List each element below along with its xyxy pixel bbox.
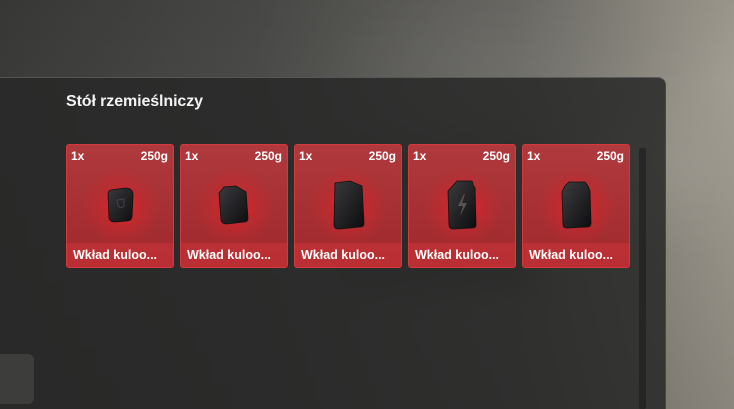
side-panel-button[interactable]: [0, 354, 34, 404]
item-weight: 250g: [368, 149, 396, 163]
panel-title: Stół rzemieślniczy: [66, 93, 203, 110]
scrollbar[interactable]: [639, 148, 646, 409]
item-quantity: 1x: [71, 149, 85, 163]
item-weight: 250g: [140, 149, 168, 163]
item-slot-1[interactable]: 1x 250g Wkład kuloo...: [66, 144, 174, 268]
item-quantity: 1x: [185, 149, 199, 163]
item-weight: 250g: [596, 149, 624, 163]
item-slot-2[interactable]: 1x 250g Wkład kuloo...: [180, 144, 288, 268]
item-slot-5[interactable]: 1x 250g Wkład kuloo...: [522, 144, 630, 268]
item-quantity: 1x: [299, 149, 313, 163]
item-weight: 250g: [254, 149, 282, 163]
item-slot-4[interactable]: 1x 250g Wkład kuloo...: [408, 144, 516, 268]
item-slot-3[interactable]: 1x 250g Wkład kuloo...: [294, 144, 402, 268]
item-name: Wkład kuloo...: [529, 248, 614, 262]
item-name: Wkład kuloo...: [73, 248, 158, 262]
item-grid: 1x 250g Wkład kuloo... 1x 250g Wkład kul…: [66, 144, 630, 268]
item-name: Wkład kuloo...: [187, 248, 272, 262]
item-name: Wkład kuloo...: [301, 248, 386, 262]
item-weight: 250g: [482, 149, 510, 163]
item-quantity: 1x: [527, 149, 541, 163]
item-name: Wkład kuloo...: [415, 248, 500, 262]
item-quantity: 1x: [413, 149, 427, 163]
